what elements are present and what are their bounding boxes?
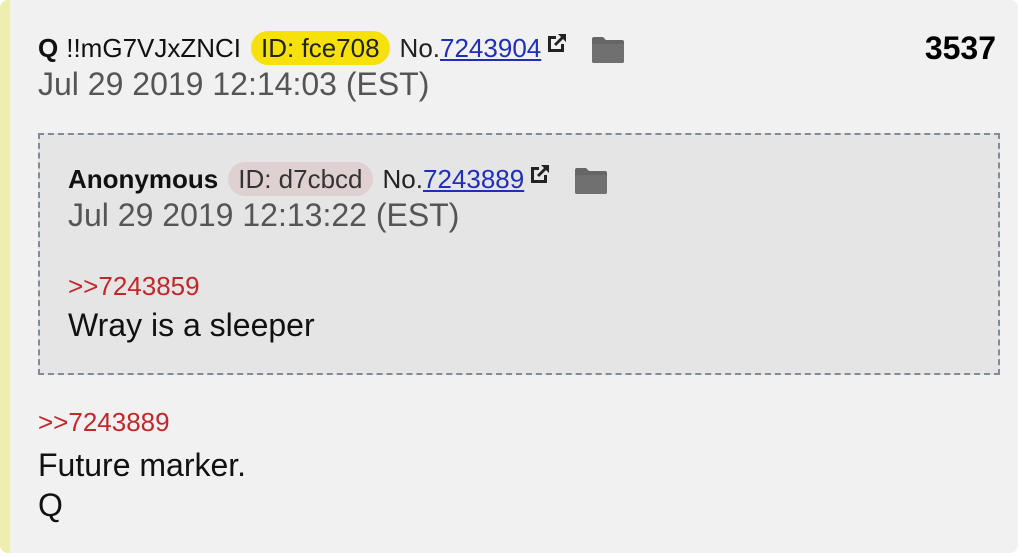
quoted-post-date: Jul 29 2019 12:13:22 (EST) (68, 197, 460, 233)
post-body-line: Q (38, 487, 63, 523)
quoted-poster-id-badge[interactable]: ID: d7cbcd (228, 162, 373, 196)
external-link-icon[interactable] (528, 162, 552, 186)
post-date: Jul 29 2019 12:14:03 (EST) (38, 66, 430, 102)
quoted-poster-name: Anonymous (68, 163, 219, 194)
external-link-icon[interactable] (545, 31, 569, 55)
poster-id-badge[interactable]: ID: fce708 (251, 31, 390, 65)
post-card: Q !!mG7VJxZNCI ID: fce708 No. 7243904 353… (0, 0, 1018, 553)
quoted-post-header: Anonymous ID: d7cbcd No. 7243889 (68, 161, 978, 197)
folder-icon[interactable] (591, 36, 625, 64)
tripcode: !!mG7VJxZNCI (66, 32, 242, 63)
quoted-post-number-prefix: No. (382, 163, 423, 194)
folder-icon[interactable] (574, 167, 608, 195)
reply-link[interactable]: >>7243889 (38, 407, 170, 438)
post-header: Q !!mG7VJxZNCI ID: fce708 No. 7243904 (38, 30, 998, 66)
quoted-post-body: Wray is a sleeper (68, 307, 315, 343)
post-body-line: Future marker. (38, 447, 247, 483)
quoted-post-number-link[interactable]: 7243889 (423, 164, 524, 195)
post-count: 3537 (924, 30, 996, 66)
post-body: Future marker. Q (38, 445, 246, 525)
post-number-link[interactable]: 7243904 (440, 33, 541, 64)
post-number-prefix: No. (399, 32, 441, 63)
quoted-post: Anonymous ID: d7cbcd No. 7243889 Jul 29 2… (38, 133, 1000, 375)
quoted-reply-link[interactable]: >>7243859 (68, 271, 200, 302)
poster-name: Q (38, 32, 59, 63)
